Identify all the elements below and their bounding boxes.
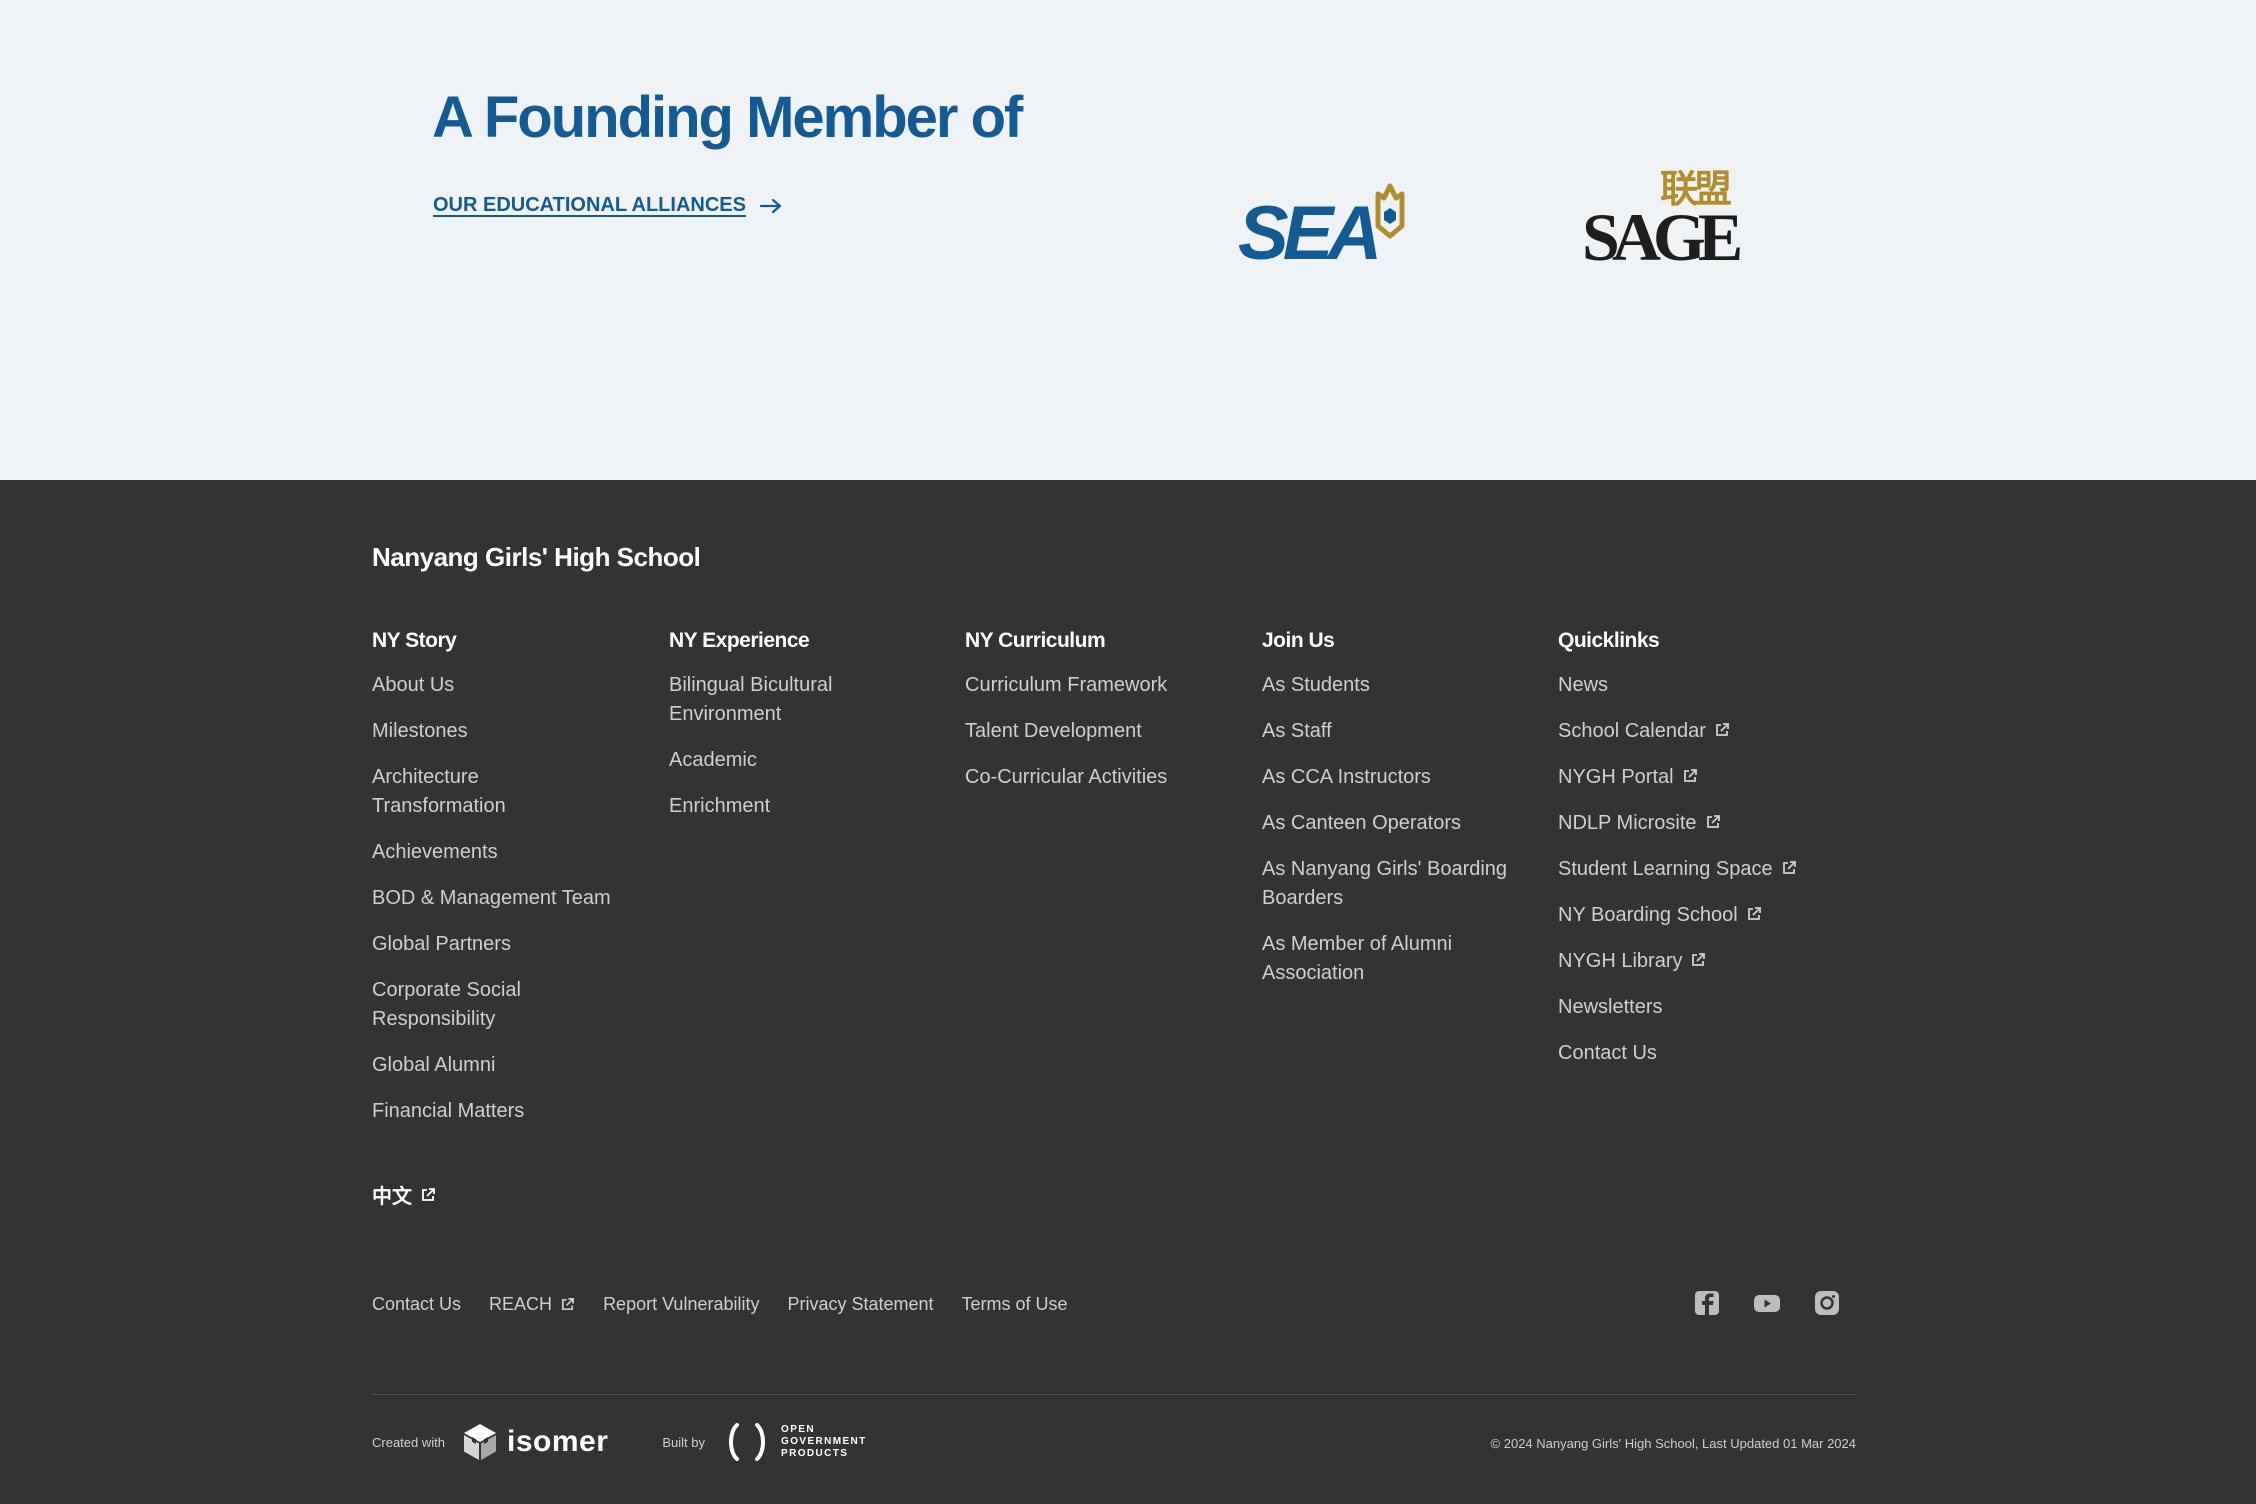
sea-logo-text: SEA: [1238, 191, 1377, 262]
sage-logo-text: SAGE: [1582, 199, 1740, 262]
footer-link-as-canteen-operators[interactable]: As Canteen Operators: [1262, 809, 1522, 838]
youtube-icon[interactable]: [1754, 1290, 1780, 1316]
footer-link-as-cca-instructors[interactable]: As CCA Instructors: [1262, 763, 1522, 792]
link-label: NY Boarding School: [1558, 904, 1738, 926]
isomer-wordmark: isomer: [506, 1425, 609, 1458]
footer-link-as-alumni-member[interactable]: As Member of Alumni Association: [1262, 930, 1492, 988]
footer-column-ny-experience: NY Experience Bilingual Bicultural Envir…: [669, 628, 929, 838]
footer-column-ny-story: NY Story About Us Milestones Architectur…: [372, 628, 632, 1143]
external-link-icon: [1683, 769, 1697, 782]
sea-logo[interactable]: SEA: [1238, 176, 1428, 276]
footer-school-name: Nanyang Girls' High School: [372, 542, 701, 572]
link-label: School Calendar: [1558, 720, 1706, 742]
footer-link-ndlp-microsite[interactable]: NDLP Microsite: [1558, 809, 1878, 838]
bottom-link-terms-of-use[interactable]: Terms of Use: [962, 1294, 1068, 1315]
footer-divider: [372, 1394, 1856, 1395]
built-by-label: Built by: [662, 1434, 706, 1450]
footer-legal-links: Contact Us REACH Report Vulnerability Pr…: [372, 1294, 1068, 1315]
link-label: Privacy Statement: [787, 1294, 934, 1314]
bottom-link-report-vulnerability[interactable]: Report Vulnerability: [603, 1294, 759, 1315]
chinese-language-link[interactable]: 中文: [372, 1180, 436, 1209]
alliance-section: A Founding Member of OUR EDUCATIONAL ALL…: [0, 0, 2256, 480]
site-footer: Nanyang Girls' High School NY Story Abou…: [0, 480, 2256, 1504]
ogp-logo[interactable]: OPEN GOVERNMENT PRODUCTS: [725, 1422, 867, 1462]
footer-link-contact-us[interactable]: Contact Us: [1558, 1039, 1878, 1068]
facebook-icon[interactable]: [1694, 1290, 1720, 1316]
footer-link-milestones[interactable]: Milestones: [372, 717, 632, 746]
external-link-icon: [1782, 861, 1796, 874]
link-label: NYGH Library: [1558, 950, 1683, 972]
external-link-icon: [1706, 815, 1720, 828]
footer-link-as-boarding-boarders[interactable]: As Nanyang Girls' Boarding Boarders: [1262, 855, 1532, 913]
footer-link-school-calendar[interactable]: School Calendar: [1558, 717, 1878, 746]
column-heading: NY Experience: [669, 629, 810, 652]
sage-logo[interactable]: 联盟 SAGE: [1582, 150, 1748, 275]
footer-link-corporate-social-responsibility[interactable]: Corporate Social Responsibility: [372, 976, 572, 1034]
column-heading: Quicklinks: [1558, 629, 1660, 652]
ogp-wordmark: OPEN GOVERNMENT PRODUCTS: [781, 1424, 867, 1459]
footer-link-nygh-library[interactable]: NYGH Library: [1558, 947, 1878, 976]
footer-link-news[interactable]: News: [1558, 671, 1878, 700]
footer-column-join-us: Join Us As Students As Staff As CCA Inst…: [1262, 628, 1522, 1005]
footer-link-nygh-portal[interactable]: NYGH Portal: [1558, 763, 1878, 792]
footer-column-quicklinks: Quicklinks News School Calendar NYGH Por…: [1558, 628, 1878, 1085]
footer-link-curriculum-framework[interactable]: Curriculum Framework: [965, 671, 1225, 700]
external-link-icon: [562, 1298, 575, 1311]
link-label: News: [1558, 674, 1609, 696]
educational-alliances-link[interactable]: OUR EDUCATIONAL ALLIANCES: [433, 194, 782, 217]
arrow-right-icon: [759, 198, 782, 213]
footer-link-enrichment[interactable]: Enrichment: [669, 792, 929, 821]
link-label: REACH: [489, 1294, 553, 1314]
footer-link-bilingual-bicultural-environment[interactable]: Bilingual Bicultural Environment: [669, 671, 869, 729]
isomer-cube-icon: [463, 1424, 496, 1460]
column-heading: NY Story: [372, 629, 457, 652]
footer-link-global-alumni[interactable]: Global Alumni: [372, 1051, 632, 1080]
link-label: NDLP Microsite: [1558, 812, 1697, 834]
footer-link-student-learning-space[interactable]: Student Learning Space: [1558, 855, 1878, 884]
footer-link-achievements[interactable]: Achievements: [372, 838, 632, 867]
created-with-label: Created with: [372, 1434, 445, 1450]
bottom-link-reach[interactable]: REACH: [489, 1294, 575, 1315]
footer-credits: Created with isomer Built by OPEN GOVERN…: [372, 1422, 867, 1462]
educational-alliances-link-label: OUR EDUCATIONAL ALLIANCES: [433, 194, 746, 216]
link-label: Report Vulnerability: [603, 1294, 760, 1314]
external-link-icon: [1715, 723, 1729, 736]
link-label: Newsletters: [1558, 996, 1663, 1018]
link-label: Terms of Use: [961, 1294, 1068, 1314]
footer-link-as-students[interactable]: As Students: [1262, 671, 1522, 700]
footer-link-about-us[interactable]: About Us: [372, 671, 632, 700]
footer-link-bod-management-team[interactable]: BOD & Management Team: [372, 884, 632, 913]
footer-column-ny-curriculum: NY Curriculum Curriculum Framework Talen…: [965, 628, 1225, 809]
footer-link-newsletters[interactable]: Newsletters: [1558, 993, 1878, 1022]
chinese-language-label: 中文: [372, 1186, 412, 1208]
footer-link-global-partners[interactable]: Global Partners: [372, 930, 632, 959]
external-link-icon: [1692, 953, 1706, 966]
footer-link-academic[interactable]: Academic: [669, 746, 929, 775]
footer-link-architecture-transformation[interactable]: Architecture Transformation: [372, 763, 572, 821]
link-label: Contact Us: [372, 1294, 462, 1314]
column-heading: Join Us: [1262, 629, 1335, 652]
link-label: NYGH Portal: [1558, 766, 1674, 788]
copyright-text: © 2024 Nanyang Girls' High School, Last …: [1490, 1436, 1856, 1451]
alliance-title: A Founding Member of: [432, 85, 1023, 150]
column-heading: NY Curriculum: [965, 629, 1106, 652]
footer-link-co-curricular-activities[interactable]: Co-Curricular Activities: [965, 763, 1225, 792]
ogp-brackets-icon: [729, 1423, 766, 1461]
footer-link-as-staff[interactable]: As Staff: [1262, 717, 1522, 746]
external-link-icon: [1747, 907, 1761, 920]
footer-link-financial-matters[interactable]: Financial Matters: [372, 1097, 632, 1126]
isomer-logo[interactable]: isomer: [463, 1423, 608, 1461]
link-label: Contact Us: [1558, 1042, 1657, 1064]
external-link-icon: [422, 1187, 435, 1201]
bottom-link-contact-us[interactable]: Contact Us: [372, 1294, 461, 1315]
instagram-icon[interactable]: [1814, 1290, 1840, 1316]
footer-link-talent-development[interactable]: Talent Development: [965, 717, 1225, 746]
bottom-link-privacy-statement[interactable]: Privacy Statement: [787, 1294, 933, 1315]
link-label: Student Learning Space: [1558, 858, 1773, 880]
footer-link-ny-boarding-school[interactable]: NY Boarding School: [1558, 901, 1878, 930]
